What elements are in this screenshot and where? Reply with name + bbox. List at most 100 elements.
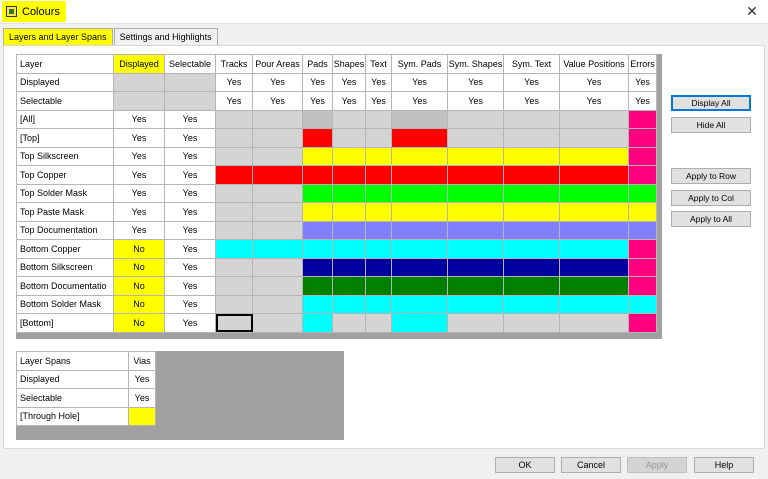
selectable-sym-pads-cell[interactable]: Yes <box>391 91 448 111</box>
colour-cell[interactable] <box>332 239 366 259</box>
colour-cell[interactable] <box>302 165 333 185</box>
apply-to-col-button[interactable]: Apply to Col <box>671 190 751 206</box>
colour-cell[interactable] <box>447 165 504 185</box>
selectable-cell[interactable]: Yes <box>164 239 216 259</box>
column-header-pour-areas[interactable]: Pour Areas <box>252 54 303 74</box>
selectable-value-positions-cell[interactable]: Yes <box>559 91 629 111</box>
colour-cell[interactable] <box>302 146 333 166</box>
colour-cell[interactable] <box>332 276 366 296</box>
displayed-pour-areas-cell[interactable]: Yes <box>252 72 303 92</box>
displayed-sym-text-cell[interactable]: Yes <box>503 72 560 92</box>
colour-cell[interactable] <box>447 128 504 148</box>
colour-cell[interactable] <box>252 313 303 333</box>
row-label-selectable[interactable]: Selectable <box>16 91 114 111</box>
column-header-pads[interactable]: Pads <box>302 54 333 74</box>
colour-cell[interactable] <box>302 128 333 148</box>
displayed-selectable-cell[interactable] <box>164 72 216 92</box>
layer-name[interactable]: [All] <box>16 109 114 129</box>
selectable-cell[interactable]: Yes <box>164 202 216 222</box>
column-header-errors[interactable]: Errors <box>628 54 657 74</box>
colour-cell[interactable] <box>332 220 366 240</box>
colour-cell[interactable] <box>365 165 392 185</box>
colour-cell[interactable] <box>447 239 504 259</box>
colour-cell[interactable] <box>559 257 629 277</box>
layer-name[interactable]: Top Solder Mask <box>16 183 114 203</box>
colour-cell[interactable] <box>252 109 303 129</box>
colour-cell[interactable] <box>215 276 253 296</box>
colour-cell[interactable] <box>447 220 504 240</box>
selectable-cell[interactable]: Yes <box>164 109 216 129</box>
colour-cell[interactable] <box>365 239 392 259</box>
colour-cell[interactable] <box>302 276 333 296</box>
colour-cell[interactable] <box>559 239 629 259</box>
column-header-vias[interactable]: Vias <box>128 351 156 371</box>
selectable-cell[interactable]: Yes <box>164 220 216 240</box>
tab-layers-and-layer-spans[interactable]: Layers and Layer Spans <box>3 28 113 46</box>
colour-cell[interactable] <box>332 294 366 314</box>
span-row-label[interactable]: [Through Hole] <box>16 406 129 426</box>
displayed-cell[interactable]: Yes <box>113 183 165 203</box>
colour-cell[interactable] <box>447 183 504 203</box>
displayed-cell[interactable]: Yes <box>113 128 165 148</box>
displayed-value-positions-cell[interactable]: Yes <box>559 72 629 92</box>
colour-cell[interactable] <box>628 183 657 203</box>
colour-cell[interactable] <box>391 183 448 203</box>
colour-cell[interactable] <box>447 313 504 333</box>
displayed-displayed-cell[interactable] <box>113 72 165 92</box>
apply-to-row-button[interactable]: Apply to Row <box>671 168 751 184</box>
colour-cell[interactable] <box>332 257 366 277</box>
colour-cell[interactable] <box>559 202 629 222</box>
help-button[interactable]: Help <box>694 457 754 473</box>
colour-cell[interactable] <box>302 202 333 222</box>
colour-cell[interactable] <box>628 146 657 166</box>
colour-cell[interactable] <box>252 183 303 203</box>
displayed-pads-cell[interactable]: Yes <box>302 72 333 92</box>
display-all-button[interactable]: Display All <box>671 95 751 111</box>
displayed-sym-pads-cell[interactable]: Yes <box>391 72 448 92</box>
colour-cell[interactable] <box>391 109 448 129</box>
selectable-cell[interactable]: Yes <box>164 313 216 333</box>
selectable-cell[interactable]: Yes <box>164 294 216 314</box>
colour-cell[interactable] <box>215 165 253 185</box>
colour-cell[interactable] <box>365 257 392 277</box>
colour-cell[interactable] <box>332 146 366 166</box>
colour-cell[interactable] <box>447 257 504 277</box>
colour-cell[interactable] <box>559 109 629 129</box>
colour-cell[interactable] <box>302 313 333 333</box>
colour-cell[interactable] <box>332 165 366 185</box>
colour-cell[interactable] <box>252 128 303 148</box>
colour-cell[interactable] <box>503 202 560 222</box>
selectable-errors-cell[interactable]: Yes <box>628 91 657 111</box>
displayed-cell[interactable]: Yes <box>113 202 165 222</box>
displayed-cell[interactable]: Yes <box>113 109 165 129</box>
displayed-shapes-cell[interactable]: Yes <box>332 72 366 92</box>
colour-cell[interactable] <box>447 294 504 314</box>
layer-name[interactable]: Bottom Documentatio <box>16 276 114 296</box>
colour-cell[interactable] <box>628 239 657 259</box>
colour-cell[interactable] <box>365 294 392 314</box>
column-header-sym-pads[interactable]: Sym. Pads <box>391 54 448 74</box>
colour-cell[interactable] <box>559 128 629 148</box>
colour-cell[interactable] <box>332 313 366 333</box>
displayed-cell[interactable]: Yes <box>113 220 165 240</box>
colour-cell[interactable] <box>503 146 560 166</box>
selectable-sym-text-cell[interactable]: Yes <box>503 91 560 111</box>
displayed-cell[interactable]: No <box>113 276 165 296</box>
apply-button[interactable]: Apply <box>627 457 687 473</box>
colour-cell[interactable] <box>447 109 504 129</box>
colour-cell[interactable] <box>559 146 629 166</box>
selectable-shapes-cell[interactable]: Yes <box>332 91 366 111</box>
hide-all-button[interactable]: Hide All <box>671 117 751 133</box>
layer-name[interactable]: Top Copper <box>16 165 114 185</box>
column-header-text[interactable]: Text <box>365 54 392 74</box>
colour-cell[interactable] <box>628 313 657 333</box>
colour-cell[interactable] <box>628 165 657 185</box>
column-header-displayed[interactable]: Displayed <box>113 54 165 74</box>
displayed-cell[interactable]: Yes <box>113 146 165 166</box>
selectable-selectable-cell[interactable] <box>164 91 216 111</box>
colour-cell[interactable] <box>559 294 629 314</box>
selectable-pads-cell[interactable]: Yes <box>302 91 333 111</box>
displayed-sym-shapes-cell[interactable]: Yes <box>447 72 504 92</box>
cancel-button[interactable]: Cancel <box>561 457 621 473</box>
colour-cell[interactable] <box>215 239 253 259</box>
